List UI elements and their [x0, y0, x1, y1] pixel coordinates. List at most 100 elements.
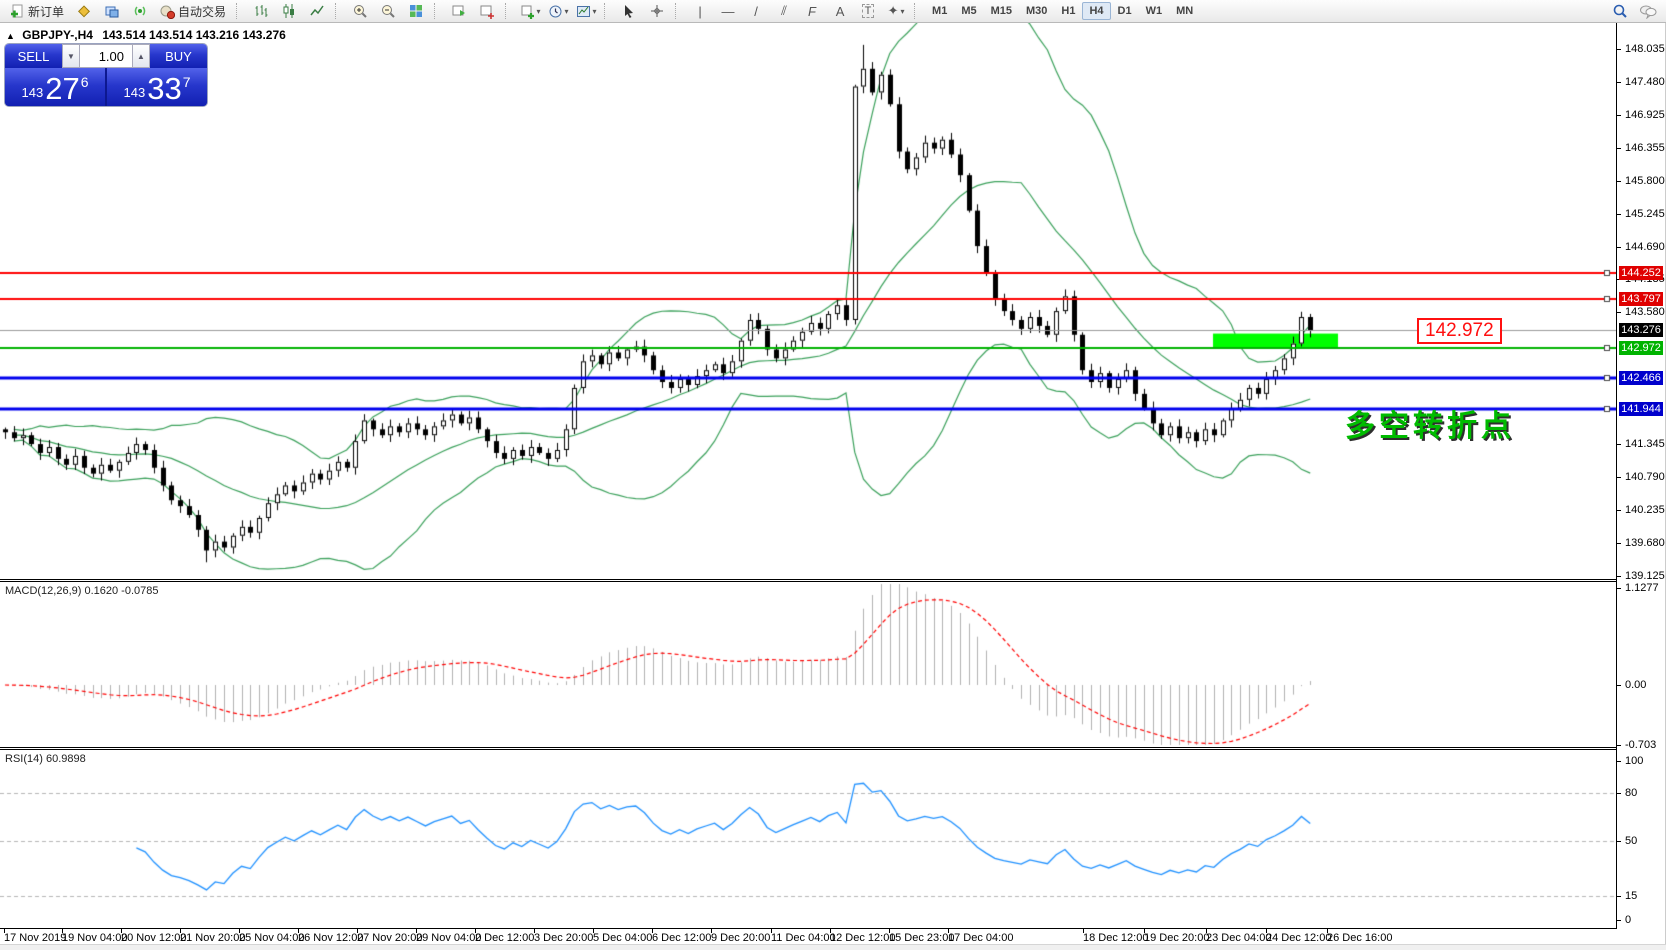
rsi-tick	[1617, 896, 1621, 897]
time-tick-label: 19 Nov 04:00	[62, 932, 127, 944]
macd-label: MACD(12,26,9) 0.1620 -0.0785	[5, 585, 158, 597]
collapse-arrow-icon[interactable]: ▲	[6, 31, 15, 41]
period-dropdown[interactable]: ▾	[544, 0, 572, 22]
level-price-label: 141.944	[1619, 402, 1663, 416]
timeframe-m15[interactable]: M15	[984, 2, 1019, 20]
timeframe-h4[interactable]: H4	[1082, 2, 1110, 20]
mt4-window: 新订单 自动交易	[0, 0, 1666, 949]
indicator-window-button[interactable]	[473, 0, 501, 22]
cursor-tool-button[interactable]	[615, 0, 643, 22]
toolbar-separator	[505, 3, 513, 19]
macd-canvas[interactable]	[0, 582, 1616, 747]
timeframe-d1[interactable]: D1	[1111, 2, 1139, 20]
template-icon	[576, 4, 591, 19]
new-order-button[interactable]: 新订单	[4, 0, 70, 22]
one-click-trading-panel: SELL ▼ ▲ BUY 143 27 6 143 33 7	[5, 44, 207, 106]
time-axis[interactable]: 17 Nov 201919 Nov 04:0020 Nov 12:0021 No…	[0, 929, 1617, 944]
panel-separator[interactable]	[0, 579, 1666, 580]
level-price-label: 143.797	[1619, 292, 1663, 306]
vertical-line-tool[interactable]: |	[686, 0, 714, 22]
zoom-out-button[interactable]	[374, 0, 402, 22]
fibonacci-tool[interactable]: F	[798, 0, 826, 22]
price-tick	[1617, 115, 1621, 116]
template-dropdown[interactable]: ▾	[572, 0, 600, 22]
time-tick-label: 18 Dec 12:00	[1083, 932, 1148, 944]
price-callout-label[interactable]: 142.972	[1417, 318, 1502, 344]
auto-trading-button[interactable]: 自动交易	[154, 0, 232, 22]
panel-separator[interactable]	[0, 747, 1666, 748]
trendline-tool[interactable]: /	[742, 0, 770, 22]
chat-button[interactable]	[1634, 0, 1662, 22]
price-tick	[1617, 181, 1621, 182]
bar-chart-mode-button[interactable]	[247, 0, 275, 22]
zoom-in-icon	[352, 3, 368, 19]
data-window-icon	[451, 3, 467, 19]
price-tick-label: 146.925	[1625, 109, 1665, 121]
profiles-button[interactable]	[98, 0, 126, 22]
volume-input[interactable]	[80, 44, 132, 68]
status-bar	[0, 944, 1666, 950]
price-tick	[1617, 444, 1621, 445]
signal-icon	[132, 3, 148, 19]
volume-down-button[interactable]: ▼	[62, 44, 80, 68]
price-tick	[1617, 510, 1621, 511]
sell-button[interactable]: SELL	[5, 44, 62, 68]
rsi-tick-label: 15	[1625, 890, 1637, 902]
sell-price-button[interactable]: 143 27 6	[5, 68, 105, 106]
buy-button[interactable]: BUY	[150, 44, 207, 68]
price-tick-label: 143.580	[1625, 306, 1665, 318]
rsi-tick-label: 100	[1625, 755, 1643, 767]
search-button[interactable]	[1606, 0, 1634, 22]
arrows-tool-dropdown[interactable]: ✦▾	[882, 0, 910, 22]
zoom-out-icon	[380, 3, 396, 19]
search-icon	[1612, 3, 1628, 19]
timeframe-m5[interactable]: M5	[954, 2, 983, 20]
crosshair-icon	[650, 4, 664, 18]
price-tick-label: 145.800	[1625, 175, 1665, 187]
candlestick-mode-button[interactable]	[275, 0, 303, 22]
price-tick	[1617, 477, 1621, 478]
buy-price-button[interactable]: 143 33 7	[107, 68, 207, 106]
label-tool[interactable]: T	[854, 0, 882, 22]
price-axis[interactable]: 148.035147.480146.925146.355145.800145.2…	[1617, 23, 1666, 944]
macd-tick-label: 0.00	[1625, 679, 1646, 691]
time-tick-label: 17 Nov 2019	[4, 932, 66, 944]
zoom-in-button[interactable]	[346, 0, 374, 22]
timeframe-h1[interactable]: H1	[1054, 2, 1082, 20]
time-tick-label: 26 Dec 16:00	[1327, 932, 1392, 944]
time-tick-label: 26 Nov 12:00	[298, 932, 363, 944]
auto-trading-icon	[160, 4, 175, 19]
line-chart-mode-button[interactable]	[303, 0, 331, 22]
price-tick	[1617, 148, 1621, 149]
timeframe-m1[interactable]: M1	[925, 2, 954, 20]
time-tick-label: 24 Dec 12:00	[1266, 932, 1331, 944]
main-chart-canvas[interactable]	[0, 23, 1616, 579]
turning-point-annotation[interactable]: 多空转折点	[1345, 401, 1515, 445]
timeframe-w1[interactable]: W1	[1139, 2, 1170, 20]
signals-button[interactable]	[126, 0, 154, 22]
new-chart-dropdown[interactable]: ▾	[516, 0, 544, 22]
channel-tool[interactable]: ⫽	[770, 0, 798, 22]
timeframe-mn[interactable]: MN	[1169, 2, 1200, 20]
rsi-canvas[interactable]	[0, 750, 1616, 928]
rsi-tick	[1617, 920, 1621, 921]
horizontal-line-tool[interactable]: —	[714, 0, 742, 22]
market-watch-button[interactable]	[70, 0, 98, 22]
volume-up-button[interactable]: ▲	[132, 44, 150, 68]
text-tool[interactable]: A	[826, 0, 854, 22]
macd-tick-label: -0.703	[1625, 739, 1656, 751]
timeframe-m30[interactable]: M30	[1019, 2, 1054, 20]
rsi-tick-label: 50	[1625, 835, 1637, 847]
time-tick-label: 9 Dec 20:00	[711, 932, 770, 944]
rsi-tick-label: 80	[1625, 787, 1637, 799]
crosshair-tool-button[interactable]	[643, 0, 671, 22]
time-tick-label: 6 Dec 12:00	[652, 932, 711, 944]
time-tick-label: 23 Dec 04:00	[1206, 932, 1271, 944]
new-chart-icon	[520, 4, 535, 19]
tile-windows-button[interactable]	[402, 0, 430, 22]
candlestick-icon	[281, 3, 297, 19]
data-window-button[interactable]	[445, 0, 473, 22]
price-tick-label: 139.125	[1625, 570, 1665, 582]
rsi-tick-label: 0	[1625, 914, 1631, 926]
gold-diamond-icon	[76, 3, 92, 19]
